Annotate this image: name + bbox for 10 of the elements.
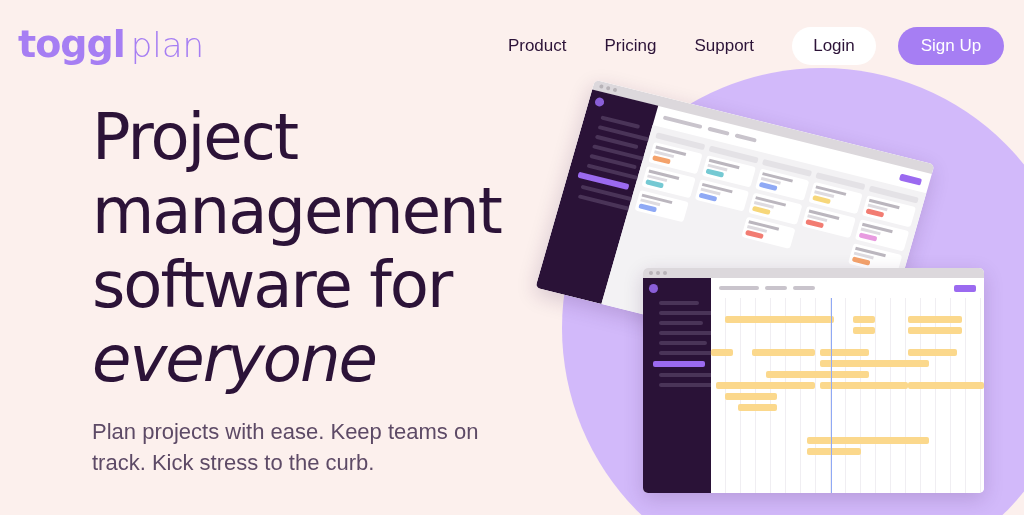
product-name: plan bbox=[130, 25, 205, 65]
hero-heading-line: management bbox=[92, 174, 503, 248]
nav-link[interactable]: Product bbox=[507, 36, 567, 56]
hero-heading-line: Project bbox=[92, 100, 299, 174]
hero-heading-line: software for bbox=[92, 248, 454, 322]
nav-link[interactable]: Pricing bbox=[604, 36, 657, 56]
nav-link[interactable]: Support bbox=[694, 36, 754, 56]
hero-subtitle: Plan projects with ease. Keep teams on track. Kick stress to the curb. bbox=[92, 418, 480, 477]
login-button[interactable]: Login bbox=[792, 27, 876, 65]
hero-heading-line: everyone bbox=[92, 322, 377, 396]
